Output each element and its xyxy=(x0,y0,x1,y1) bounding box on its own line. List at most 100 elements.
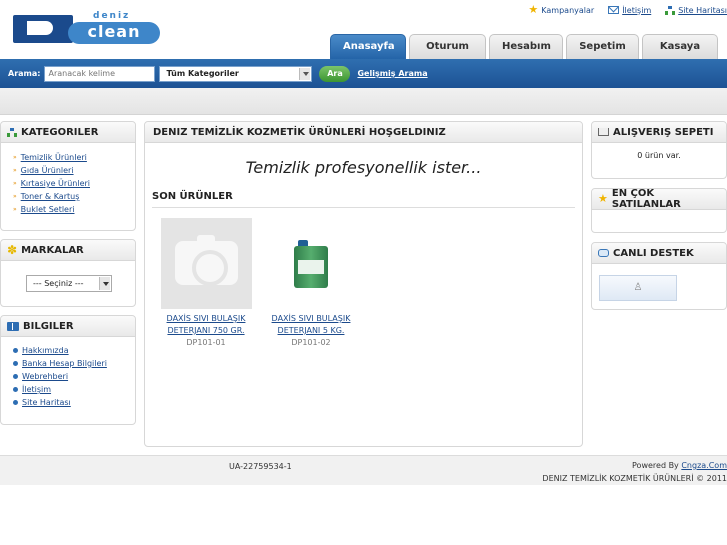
sitemap-label[interactable]: Site Haritası xyxy=(678,6,727,15)
info-link[interactable]: Site Haritası xyxy=(22,396,71,409)
tab-home[interactable]: Anasayfa xyxy=(330,34,406,59)
brands-title: MARKALAR xyxy=(21,244,84,256)
header: clean deniz ★ Kampanyalar İletişim Site … xyxy=(0,0,727,76)
info-list: Hakkımızda Banka Hesap Bilgileri Webrehb… xyxy=(1,337,135,409)
list-item[interactable]: » Kırtasiye Ürünleri xyxy=(13,177,135,190)
main-content: DENIZ TEMİZLİK KOZMETİK ÜRÜNLERİ HOŞGELD… xyxy=(144,121,583,447)
live-support-header: CANLI DESTEK xyxy=(592,243,726,264)
list-item[interactable]: Site Haritası xyxy=(13,396,135,409)
main-nav-tabs: Anasayfa Oturum Aç Hesabım Sepetim Kasay… xyxy=(330,34,718,76)
contact-label[interactable]: İletişim xyxy=(622,6,651,15)
category-link[interactable]: Kırtasiye Ürünleri xyxy=(21,177,90,190)
category-link[interactable]: Toner & Kartuş xyxy=(21,190,80,203)
search-input[interactable] xyxy=(44,65,156,82)
brand-select[interactable]: --- Seçiniz --- xyxy=(26,275,112,292)
cart-status: 0 ürün var. xyxy=(637,151,681,160)
main-header: DENIZ TEMİZLİK KOZMETİK ÜRÜNLERİ HOŞGELD… xyxy=(145,122,582,143)
product-name-line1: DAXİS SIVI BULAŞIK xyxy=(166,314,246,323)
product-name[interactable]: DAXİS SIVI BULAŞIK DETERJANI 750 GR. xyxy=(158,313,254,337)
cart-header: ALIŞVERIŞ SEPETI xyxy=(592,122,726,143)
list-item[interactable]: » Toner & Kartuş xyxy=(13,190,135,203)
category-link[interactable]: Gıda Ürünleri xyxy=(21,164,74,177)
jerrycan-label xyxy=(297,260,324,274)
sitemap-link[interactable]: Site Haritası xyxy=(665,5,727,15)
product-card[interactable]: DAXİS SIVI BULAŞIK DETERJANI 5 KG. DP101… xyxy=(263,218,359,347)
chevron-down-icon xyxy=(99,277,110,290)
footer-powered-by: Powered By Cngza.Com xyxy=(632,461,727,470)
arrow-bullet-icon: » xyxy=(13,167,17,174)
star-icon: ★ xyxy=(598,192,608,205)
list-item[interactable]: Hakkımızda xyxy=(13,344,135,357)
bestsellers-title: EN ÇOK SATILANLAR xyxy=(611,188,681,210)
tab-login[interactable]: Oturum Aç xyxy=(409,34,486,76)
powered-prefix: Powered By xyxy=(632,461,682,470)
site-logo[interactable]: clean deniz xyxy=(13,11,160,45)
dot-bullet-icon xyxy=(13,400,18,405)
brand-select-value: --- Seçiniz --- xyxy=(33,279,84,288)
live-support-title: CANLI DESTEK xyxy=(613,247,694,259)
top-links: ★ Kampanyalar İletişim Site Haritası xyxy=(528,3,727,16)
brands-header: ✽ MARKALAR xyxy=(1,240,135,261)
categories-box: KATEGORILER » Temizlik Ürünleri » Gıda Ürü… xyxy=(0,121,136,231)
list-item[interactable]: » Gıda Ürünleri xyxy=(13,164,135,177)
chevron-down-icon xyxy=(299,67,311,80)
no-image-camera-icon[interactable] xyxy=(160,218,252,309)
search-label: Arama: xyxy=(8,69,41,78)
contact-link[interactable]: İletişim xyxy=(608,5,651,15)
tab-account[interactable]: Hesabım xyxy=(489,34,563,59)
info-link[interactable]: Hakkımızda xyxy=(22,344,69,357)
category-select[interactable]: Tüm Kategoriler xyxy=(159,65,313,82)
product-image[interactable] xyxy=(265,218,357,309)
category-link[interactable]: Buklet Setleri xyxy=(21,203,75,216)
info-link[interactable]: Webrehberi xyxy=(22,370,68,383)
list-item[interactable]: Webrehberi xyxy=(13,370,135,383)
info-link[interactable]: Banka Hesap Bilgileri xyxy=(22,357,107,370)
categories-list: » Temizlik Ürünleri » Gıda Ürünleri » Kırta… xyxy=(1,143,135,216)
info-header: BILGILER xyxy=(1,316,135,337)
tab-checkout[interactable]: Kasaya Git xyxy=(642,34,718,76)
bestsellers-header: ★ EN ÇOK SATILANLAR xyxy=(592,188,726,210)
cart-title: ALIŞVERIŞ SEPETI xyxy=(613,126,714,138)
cart-icon xyxy=(598,128,609,136)
slogan-text: Temizlik profesyonellik ister... xyxy=(245,158,482,177)
campaigns-link[interactable]: ★ Kampanyalar xyxy=(528,3,595,16)
product-name-line2: DETERJANI 750 GR. xyxy=(167,326,245,335)
bestsellers-box: ★ EN ÇOK SATILANLAR xyxy=(591,188,727,233)
list-item[interactable]: Banka Hesap Bilgileri xyxy=(13,357,135,370)
footer-tracking-code: UA-22759534-1 xyxy=(229,462,292,471)
product-card[interactable]: DAXİS SIVI BULAŞIK DETERJANI 750 GR. DP1… xyxy=(158,218,254,347)
mail-icon xyxy=(608,6,620,14)
product-name[interactable]: DAXİS SIVI BULAŞIK DETERJANI 5 KG. xyxy=(263,313,359,337)
tab-cart[interactable]: Sepetim xyxy=(566,34,639,59)
product-code: DP101-01 xyxy=(186,338,226,347)
dot-bullet-icon xyxy=(13,361,18,366)
info-box: BILGILER Hakkımızda Banka Hesap Bilgiler… xyxy=(0,315,136,425)
search-bar: Arama: Tüm Kategoriler Ara Gelişmiş Aram… xyxy=(0,59,727,88)
search-button[interactable]: Ara xyxy=(319,65,351,82)
list-item[interactable]: » Temizlik Ürünleri xyxy=(13,151,135,164)
sitemap-icon xyxy=(665,5,676,15)
advanced-search-link[interactable]: Gelişmiş Arama xyxy=(357,69,427,78)
info-title: BILGILER xyxy=(23,320,74,332)
logo-small-text: deniz xyxy=(93,11,131,21)
categories-icon xyxy=(7,127,17,137)
list-item[interactable]: İletişim xyxy=(13,383,135,396)
powered-link[interactable]: Cngza.Com xyxy=(681,461,727,470)
category-link[interactable]: Temizlik Ürünleri xyxy=(21,151,87,164)
info-link[interactable]: İletişim xyxy=(22,383,51,396)
logo-word: clean xyxy=(68,22,160,44)
category-select-value: Tüm Kategoriler xyxy=(166,68,239,78)
star-icon: ★ xyxy=(528,3,539,16)
arrow-bullet-icon: » xyxy=(13,154,17,161)
arrow-bullet-icon: » xyxy=(13,193,17,200)
page-title: DENIZ TEMİZLİK KOZMETİK ÜRÜNLERİ HOŞGELD… xyxy=(153,126,446,138)
footer-copyright: DENIZ TEMİZLİK KOZMETİK ÜRÜNLERİ © 2011 xyxy=(542,474,727,483)
product-name-line1: DAXİS SIVI BULAŞIK xyxy=(271,314,351,323)
chat-icon xyxy=(598,249,609,257)
campaigns-label: Kampanyalar xyxy=(541,5,595,15)
list-item[interactable]: » Buklet Setleri xyxy=(13,203,135,216)
camera-icon xyxy=(174,235,238,286)
live-support-button[interactable]: ♙ xyxy=(599,275,677,301)
logo-mark xyxy=(13,15,73,43)
categories-header: KATEGORILER xyxy=(1,122,135,143)
